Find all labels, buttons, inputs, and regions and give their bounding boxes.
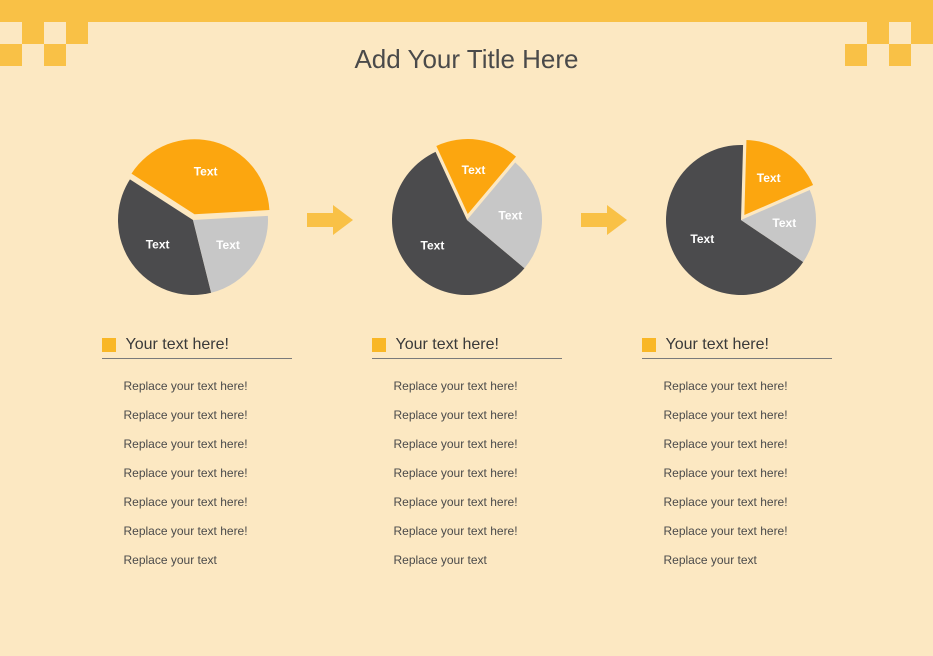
list-item: Replace your text here! bbox=[664, 524, 804, 539]
list-item: Replace your text here! bbox=[394, 408, 534, 423]
columns-container: Your text here!Replace your text here!Re… bbox=[0, 336, 933, 568]
pie-chart-2: Text Text Text bbox=[381, 134, 553, 306]
list-item: Replace your text bbox=[664, 553, 804, 568]
column-items: Replace your text here! Replace your text… bbox=[102, 379, 292, 568]
pie-slice-label: Text bbox=[756, 171, 780, 185]
list-item: Replace your text here! bbox=[394, 466, 534, 481]
pies-row: Text Text Text Text Text Text Text Text Text bbox=[0, 134, 933, 306]
pie-slice-label: Text bbox=[461, 163, 485, 177]
bullet-square-icon bbox=[642, 338, 656, 352]
list-item: Replace your text here! bbox=[124, 524, 264, 539]
column-title: Your text here! bbox=[396, 336, 499, 354]
column-header: Your text here! bbox=[642, 336, 832, 359]
pie-slice-label: Text bbox=[690, 232, 714, 246]
column-title: Your text here! bbox=[666, 336, 769, 354]
list-item: Replace your text here! bbox=[394, 379, 534, 394]
list-item: Replace your text here! bbox=[664, 495, 804, 510]
list-item: Replace your text here! bbox=[124, 466, 264, 481]
list-item: Replace your text here! bbox=[124, 408, 264, 423]
list-item: Replace your text here! bbox=[124, 437, 264, 452]
list-item: Replace your text here! bbox=[664, 437, 804, 452]
arrow-right-icon bbox=[581, 205, 627, 235]
pie-slice-label: Text bbox=[193, 164, 217, 178]
list-item: Replace your text here! bbox=[394, 437, 534, 452]
pie-slice-label: Text bbox=[420, 239, 444, 253]
list-item: Replace your text here! bbox=[664, 408, 804, 423]
pie-slice-label: Text bbox=[216, 238, 240, 252]
page-title: Add Your Title Here bbox=[0, 44, 933, 75]
list-item: Replace your text here! bbox=[124, 495, 264, 510]
bullet-square-icon bbox=[372, 338, 386, 352]
column-header: Your text here! bbox=[372, 336, 562, 359]
list-item: Replace your text here! bbox=[394, 524, 534, 539]
column-3: Your text here!Replace your text here!Re… bbox=[642, 336, 832, 568]
bullet-square-icon bbox=[102, 338, 116, 352]
list-item: Replace your text here! bbox=[124, 379, 264, 394]
pie-chart-1: Text Text Text bbox=[107, 134, 279, 306]
pie-slice-label: Text bbox=[772, 216, 796, 230]
column-items: Replace your text here! Replace your text… bbox=[372, 379, 562, 568]
list-item: Replace your text here! bbox=[664, 379, 804, 394]
column-1: Your text here!Replace your text here!Re… bbox=[102, 336, 292, 568]
column-items: Replace your text here! Replace your text… bbox=[642, 379, 832, 568]
pie-chart-3: Text Text Text bbox=[655, 134, 827, 306]
column-title: Your text here! bbox=[126, 336, 229, 354]
pie-slice-label: Text bbox=[498, 208, 522, 222]
top-accent-bar bbox=[0, 0, 933, 22]
column-header: Your text here! bbox=[102, 336, 292, 359]
column-2: Your text here!Replace your text here!Re… bbox=[372, 336, 562, 568]
pie-slice-label: Text bbox=[145, 237, 169, 251]
list-item: Replace your text here! bbox=[394, 495, 534, 510]
arrow-right-icon bbox=[307, 205, 353, 235]
list-item: Replace your text bbox=[394, 553, 534, 568]
list-item: Replace your text here! bbox=[664, 466, 804, 481]
list-item: Replace your text bbox=[124, 553, 264, 568]
